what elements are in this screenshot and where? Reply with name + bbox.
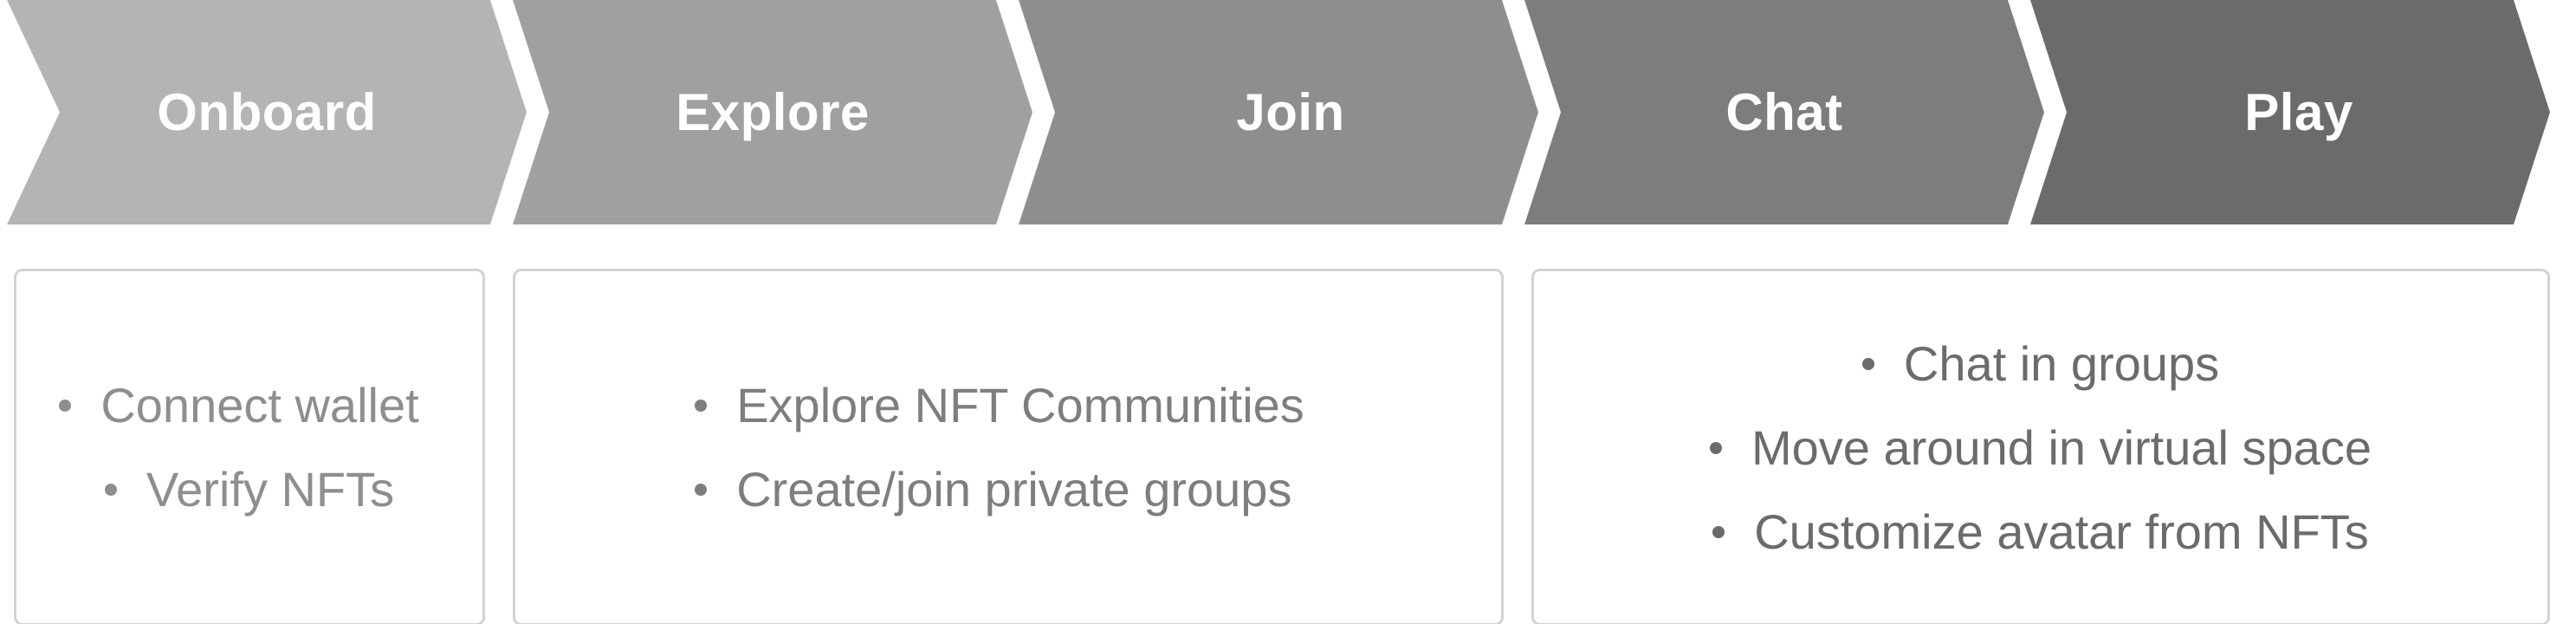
process-diagram: Onboard Explore Join Chat Play Connect w… [0,0,2576,624]
list-item-text: Customize avatar from NFTs [1754,504,2369,559]
step-join-label: Join [1236,83,1345,141]
list-item: Explore NFT Communities [695,363,1304,447]
step-play: Play [2030,0,2550,224]
list-item-text: Connect wallet [100,378,419,432]
join-chat-play-details-list: Chat in groups Move around in virtual sp… [1710,322,2372,574]
step-explore-label: Explore [676,83,870,141]
join-chat-play-details-box: Chat in groups Move around in virtual sp… [1531,269,2550,624]
step-play-label: Play [2244,83,2353,141]
list-item: Connect wallet [59,363,419,447]
bullet-icon [695,484,708,497]
bullet-icon [59,400,72,413]
list-item-text: Explore NFT Communities [736,378,1304,432]
list-item: Verify NFTs [69,447,429,531]
list-item: Customize avatar from NFTs [1710,490,2372,574]
step-onboard-label: Onboard [157,83,377,141]
step-onboard: Onboard [7,0,527,224]
list-item: Chat in groups [1710,322,2372,406]
list-item: Move around in virtual space [1710,406,2372,490]
bullet-icon [695,400,708,413]
list-item-text: Verify NFTs [146,462,395,517]
list-item: Create/join private groups [695,447,1304,531]
step-chat-label: Chat [1725,83,1843,141]
bullet-icon [1712,525,1725,538]
explore-details-list: Explore NFT Communities Create/join priv… [695,363,1304,531]
step-explore: Explore [513,0,1032,224]
list-item-text: Chat in groups [1903,335,2220,391]
bullet-icon [104,484,117,497]
onboard-details-list: Connect wallet Verify NFTs [59,363,429,531]
onboard-details-box: Connect wallet Verify NFTs [14,269,485,624]
list-item-text: Create/join private groups [736,462,1292,517]
explore-details-box: Explore NFT Communities Create/join priv… [513,269,1504,624]
list-item-text: Move around in virtual space [1751,419,2372,475]
step-chat: Chat [1524,0,2044,224]
step-join: Join [1019,0,1538,224]
bullet-icon [1710,441,1723,454]
bullet-icon [1861,357,1874,370]
